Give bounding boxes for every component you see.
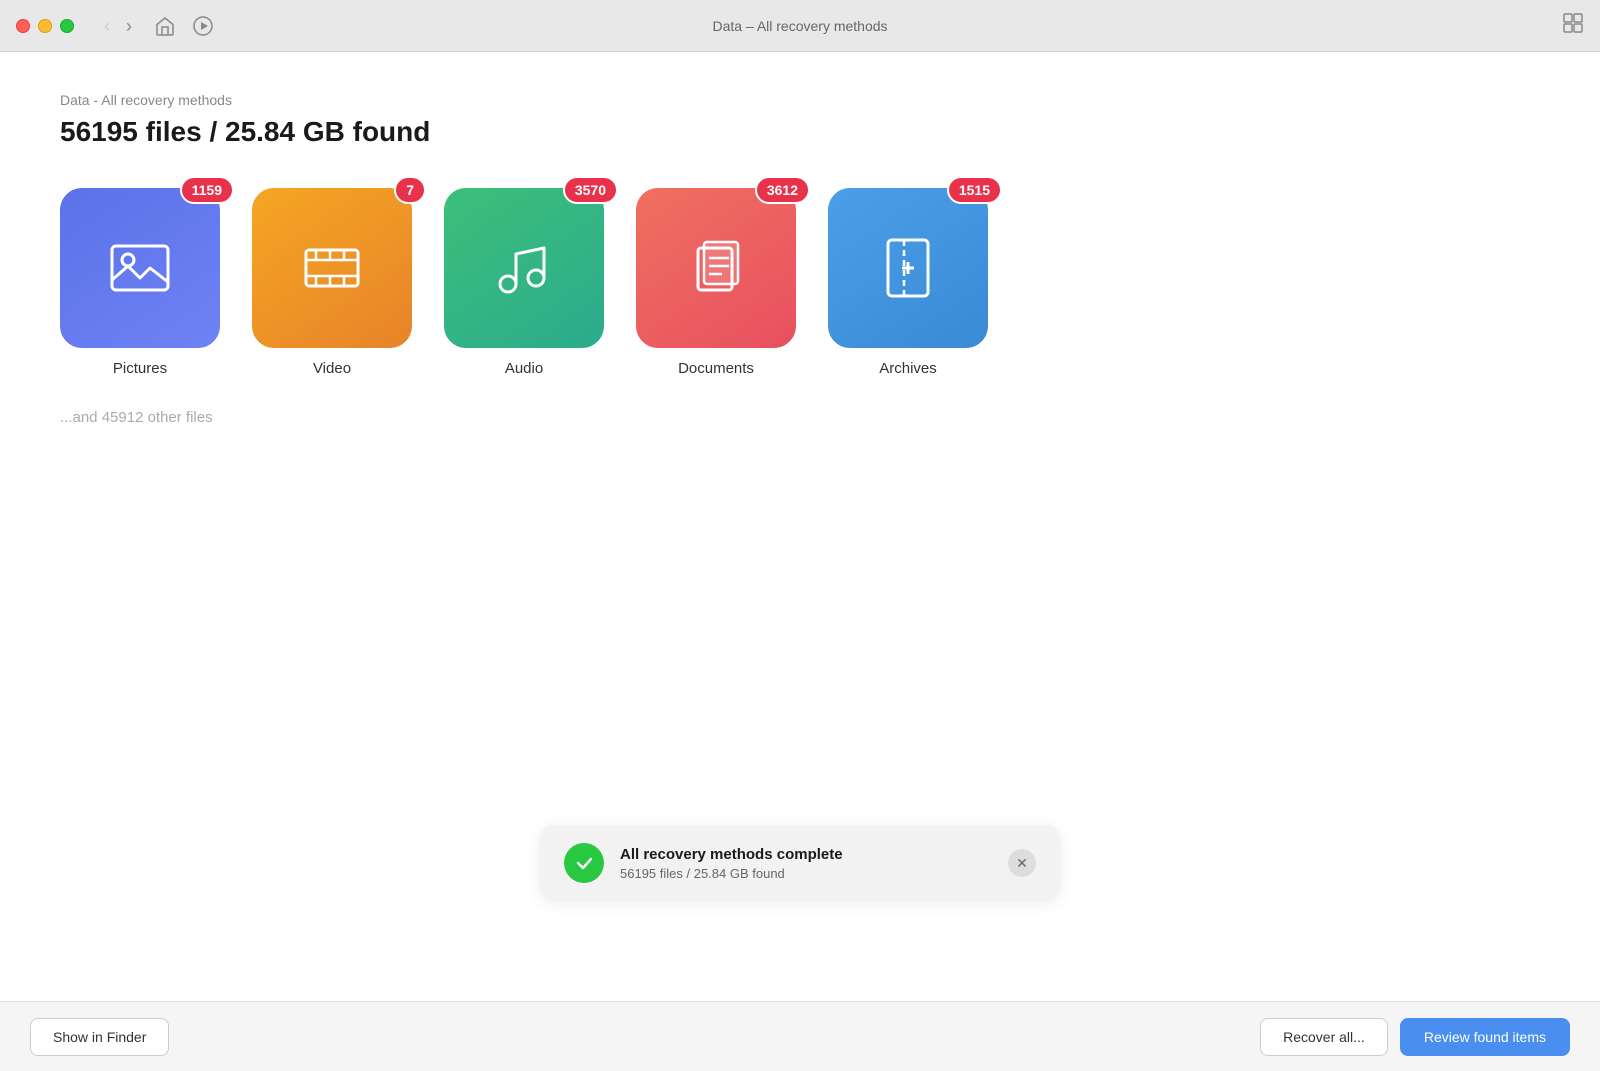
audio-badge: 3570: [563, 176, 618, 204]
video-badge: 7: [394, 176, 426, 204]
archives-badge: 1515: [947, 176, 1002, 204]
bottom-right-buttons: Recover all... Review found items: [1260, 1018, 1570, 1056]
titlebar-right: [1562, 12, 1584, 39]
audio-label: Audio: [505, 360, 543, 377]
breadcrumb: Data - All recovery methods: [60, 92, 1540, 108]
navigation-buttons: ‹ ›: [98, 13, 138, 39]
notification-close-button[interactable]: ✕: [1008, 849, 1036, 877]
forward-button[interactable]: ›: [120, 13, 138, 39]
audio-card-wrapper: 3570: [444, 188, 604, 348]
nav-icons: [154, 15, 214, 37]
archives-card: [828, 188, 988, 348]
pictures-badge: 1159: [180, 176, 234, 204]
notification-title: All recovery methods complete: [620, 846, 992, 863]
window-controls: [16, 19, 74, 33]
page-title: 56195 files / 25.84 GB found: [60, 116, 1540, 148]
category-pictures[interactable]: 1159 Pictures: [60, 188, 220, 377]
home-icon[interactable]: [154, 15, 176, 37]
titlebar: ‹ › Data – All recovery methods: [0, 0, 1600, 52]
documents-label: Documents: [678, 360, 754, 377]
other-files-text: ...and 45912 other files: [60, 409, 1540, 426]
category-audio[interactable]: 3570 Audio: [444, 188, 604, 377]
notification-check-icon: [564, 843, 604, 883]
pictures-icon: [104, 232, 176, 304]
pictures-label: Pictures: [113, 360, 167, 377]
back-button[interactable]: ‹: [98, 13, 116, 39]
audio-icon: [488, 232, 560, 304]
notification-subtitle: 56195 files / 25.84 GB found: [620, 866, 992, 881]
minimize-button[interactable]: [38, 19, 52, 33]
video-card: [252, 188, 412, 348]
maximize-button[interactable]: [60, 19, 74, 33]
view-toggle-icon[interactable]: [1562, 12, 1584, 34]
video-label: Video: [313, 360, 351, 377]
main-content: Data - All recovery methods 56195 files …: [0, 52, 1600, 1001]
archives-icon: [872, 232, 944, 304]
notification-text: All recovery methods complete 56195 file…: [620, 846, 992, 881]
pictures-card: [60, 188, 220, 348]
notification-banner: All recovery methods complete 56195 file…: [540, 825, 1060, 901]
archives-label: Archives: [879, 360, 937, 377]
documents-card-wrapper: 3612: [636, 188, 796, 348]
documents-icon: [680, 232, 752, 304]
video-card-wrapper: 7: [252, 188, 412, 348]
category-archives[interactable]: 1515 Archives: [828, 188, 988, 377]
scan-icon[interactable]: [192, 15, 214, 37]
recover-all-button[interactable]: Recover all...: [1260, 1018, 1388, 1056]
category-documents[interactable]: 3612 Documents: [636, 188, 796, 377]
pictures-card-wrapper: 1159: [60, 188, 220, 348]
review-found-items-button[interactable]: Review found items: [1400, 1018, 1570, 1056]
categories-list: 1159 Pictures: [60, 188, 1540, 377]
bottom-toolbar: Show in Finder Recover all... Review fou…: [0, 1001, 1600, 1071]
archives-card-wrapper: 1515: [828, 188, 988, 348]
documents-badge: 3612: [755, 176, 810, 204]
video-icon: [296, 232, 368, 304]
close-button[interactable]: [16, 19, 30, 33]
documents-card: [636, 188, 796, 348]
show-in-finder-button[interactable]: Show in Finder: [30, 1018, 169, 1056]
audio-card: [444, 188, 604, 348]
category-video[interactable]: 7 Video: [252, 188, 412, 377]
window-title: Data – All recovery methods: [712, 18, 887, 34]
